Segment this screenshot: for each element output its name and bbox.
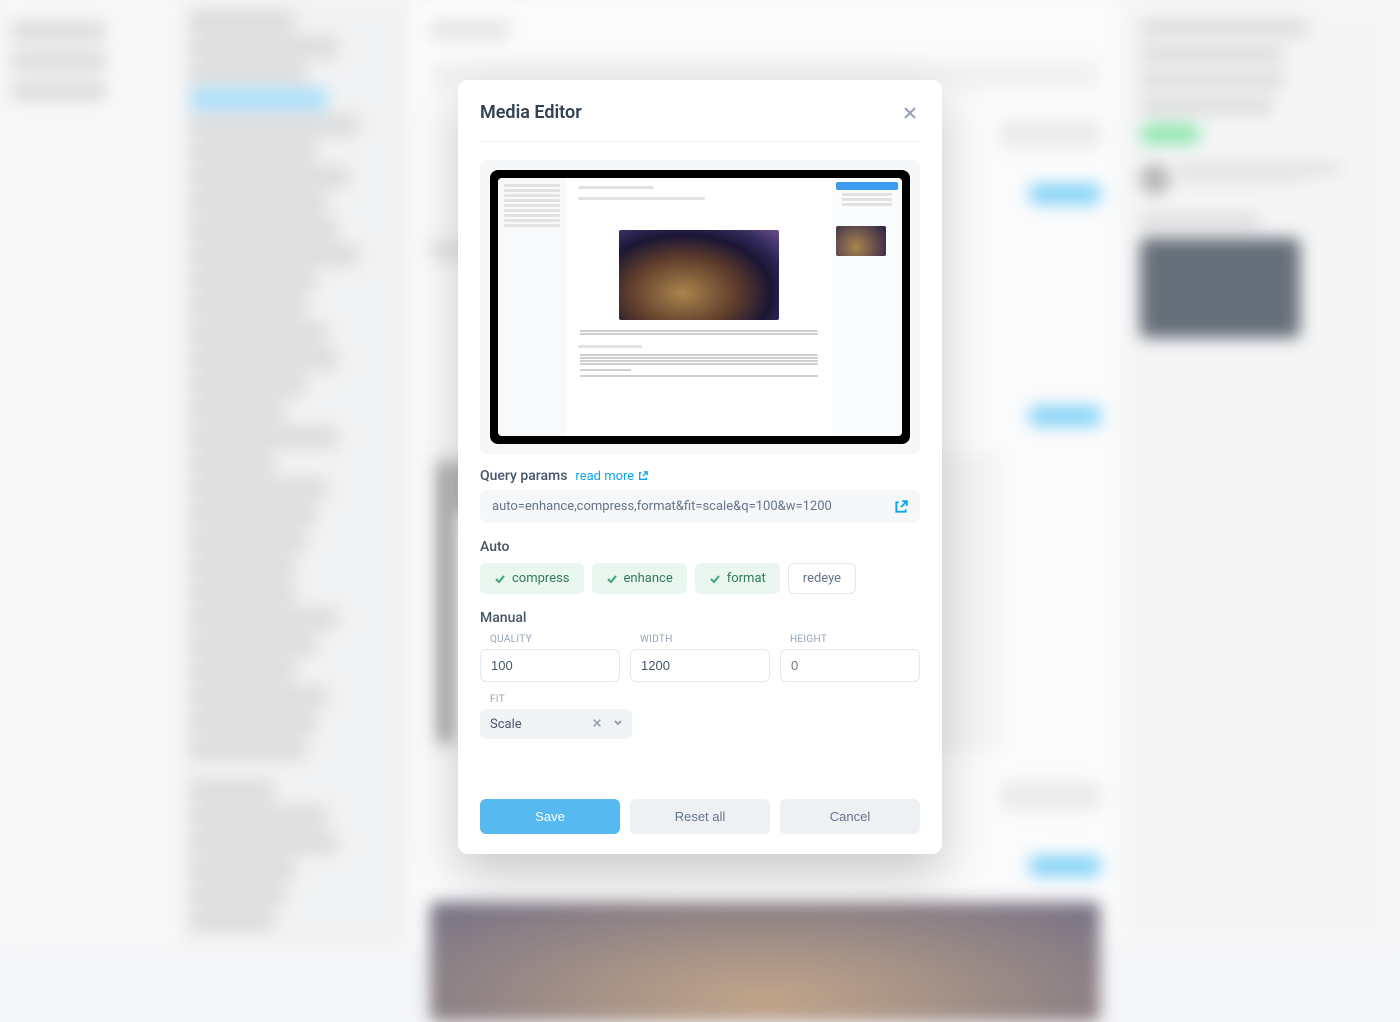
external-link-icon [894,500,908,514]
fit-value: Scale [490,717,522,732]
modal-header: Media Editor [480,102,920,142]
width-field-group: WIDTH [630,634,770,682]
read-more-text: read more [575,469,634,484]
check-icon [709,573,721,585]
close-icon [592,718,602,728]
auto-chip-format[interactable]: format [695,563,780,594]
modal-title: Media Editor [480,102,582,123]
cancel-button[interactable]: Cancel [780,799,920,834]
width-label: WIDTH [640,634,770,645]
auto-chip-enhance[interactable]: enhance [592,563,687,594]
manual-fields: QUALITY WIDTH HEIGHT [480,634,920,682]
chip-label: enhance [624,571,673,586]
read-more-link[interactable]: read more [575,469,648,484]
media-editor-modal: Media Editor [458,80,942,854]
reset-all-button[interactable]: Reset all [630,799,770,834]
external-link-icon [638,471,648,481]
chevron-down-icon [612,716,624,732]
chip-label: compress [512,571,570,586]
clear-fit-button[interactable] [592,717,602,732]
image-preview [480,160,920,454]
height-label: HEIGHT [790,634,920,645]
quality-input[interactable] [480,649,620,682]
fit-label: FIT [490,694,920,705]
height-input[interactable] [780,649,920,682]
open-url-button[interactable] [894,500,908,514]
query-params-value: auto=enhance,compress,format&fit=scale&q… [492,499,832,514]
modal-footer: Save Reset all Cancel [480,799,920,834]
manual-section-label: Manual [480,610,920,626]
auto-section-label: Auto [480,539,920,555]
modal-overlay: Media Editor [0,0,1400,946]
chip-label: redeye [803,571,841,586]
check-icon [606,573,618,585]
save-button[interactable]: Save [480,799,620,834]
tablet-frame [490,170,910,444]
tablet-screen [498,178,902,436]
close-button[interactable] [900,103,920,123]
quality-label: QUALITY [490,634,620,645]
fit-select[interactable]: Scale [480,709,632,739]
quality-field-group: QUALITY [480,634,620,682]
check-icon [494,573,506,585]
auto-chip-compress[interactable]: compress [480,563,584,594]
auto-chip-redeye[interactable]: redeye [788,563,856,594]
query-params-label: Query params [480,468,567,484]
height-field-group: HEIGHT [780,634,920,682]
auto-chips: compress enhance format redeye [480,563,920,594]
width-input[interactable] [630,649,770,682]
chip-label: format [727,571,766,586]
query-params-header: Query params read more [480,468,920,484]
fit-field-group: FIT Scale [480,694,920,739]
query-params-value-box: auto=enhance,compress,format&fit=scale&q… [480,490,920,523]
close-icon [903,106,917,120]
